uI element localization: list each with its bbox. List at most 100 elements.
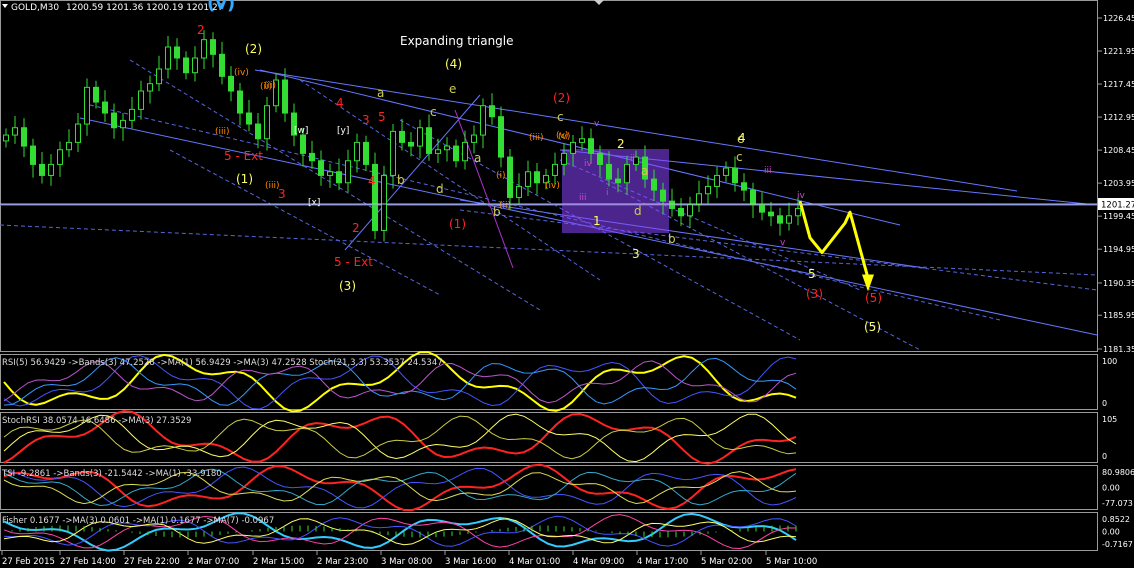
wave-label: [x] [308, 198, 320, 208]
time-tick-label: 4 Mar 09:00 [573, 557, 624, 567]
candle-body [516, 185, 522, 198]
candle-body [345, 160, 351, 184]
dashed-trend-line [129, 59, 541, 311]
candle-body [552, 163, 558, 176]
candle-body [390, 130, 396, 176]
candle-body [111, 112, 117, 129]
candle-body [255, 123, 261, 140]
candle-body [651, 178, 657, 191]
price-tick-label: 1208.45 [1103, 146, 1134, 155]
wave-label: (iii) [529, 133, 544, 143]
candle-body [363, 141, 369, 165]
candle-body [183, 57, 189, 74]
wave-label: 1 [593, 214, 601, 228]
indicator-label: TSI -9.2861 ->Bands(3) -21.5442 ->MA(1) … [1, 469, 222, 479]
candle-body [534, 171, 540, 184]
candle-body [156, 68, 162, 85]
time-tick-label: 27 Feb 14:00 [60, 557, 116, 567]
wave-label: (v) [556, 131, 568, 141]
wave-label: d [634, 204, 642, 218]
candle-body [66, 141, 72, 151]
dashed-trend-line [0, 224, 1098, 276]
time-tick-label: 27 Feb 22:00 [124, 557, 180, 567]
candle-body [84, 86, 90, 125]
time-tick-label: 4 Mar 01:00 [509, 557, 560, 567]
indicator-scale-label: 100 [1102, 357, 1117, 366]
wave-label: a [377, 86, 384, 100]
wave-label: d [436, 182, 444, 196]
candle-body [795, 207, 801, 217]
indicator-scale-label: 0.00 [1102, 484, 1120, 493]
time-tick-label: 3 Mar 08:00 [381, 557, 432, 567]
wave-label: v [780, 238, 786, 248]
candle-body [165, 46, 171, 70]
indicator-scale-label: 105 [1102, 415, 1117, 424]
wave-label: (ii) [499, 201, 511, 211]
wave-label: 5 [808, 267, 816, 281]
candle-body [570, 141, 576, 154]
wave-label: 5 - Ext [224, 149, 263, 163]
candle-body [228, 75, 234, 92]
big-wave-label: (v) [207, 0, 235, 14]
candle-body [696, 193, 702, 206]
wave-label: (4) [445, 57, 462, 71]
wave-label: 5 [378, 110, 386, 124]
candle-body [48, 163, 54, 176]
candle-body [3, 134, 9, 142]
dashed-trend-line [169, 149, 441, 296]
candle-body [93, 86, 99, 103]
candle-body [489, 105, 495, 118]
candle-body [660, 189, 666, 202]
candle-body [57, 149, 63, 165]
time-tick-label: 4 Mar 17:00 [637, 557, 688, 567]
price-tick-label: 1212.95 [1103, 113, 1134, 122]
wave-label: b [668, 232, 676, 246]
chart-title: Expanding triangle [400, 34, 514, 48]
indicator-scale-label: 80.9806 [1102, 468, 1134, 477]
wave-label: 4 [368, 174, 376, 188]
candle-body [129, 108, 135, 121]
candle-body [507, 156, 513, 198]
wave-label: iv [797, 191, 806, 201]
candle-body [192, 57, 198, 74]
time-tick-label: 27 Feb 2015 [2, 557, 55, 567]
wave-label: (2) [245, 42, 262, 56]
candle-body [120, 119, 126, 129]
time-axis: 27 Feb 2015 27 Feb 14:00 27 Feb 22:00 2 Mar… [1, 551, 817, 567]
wave-label: (3) [806, 287, 823, 301]
indicator-label: RSI(5) 56.9429 ->Bands(3) 47.2528 ->MA(1… [2, 358, 443, 368]
wave-label: a [641, 164, 648, 178]
candle-body [714, 174, 720, 187]
wave-label: iii [764, 166, 772, 176]
candle-body [426, 127, 432, 154]
candle-body [750, 189, 756, 206]
price-axis: 1226.45 1221.95 1217.45 1212.95 1208.45 1203.… [1098, 14, 1134, 354]
candle-body [417, 127, 423, 147]
candle-body [75, 123, 81, 143]
time-tick-label: 5 Mar 02:00 [701, 557, 752, 567]
candle-body [309, 152, 315, 162]
indicator-label: StochRSI 38.0574 16.6486 ->MA(3) 27.3529 [2, 416, 191, 426]
candle-body [759, 204, 765, 213]
candle-body [732, 167, 738, 184]
wave-label: b [397, 173, 405, 187]
wave-label: i [606, 188, 609, 198]
wave-label: 4 [738, 131, 746, 145]
dropdown-icon[interactable] [594, 0, 604, 5]
price-chart[interactable]: GOLD,M30 1200.59 1201.36 1200.19 1201.27… [0, 0, 1134, 568]
collapse-triangle-icon[interactable] [2, 4, 8, 8]
candle-body [264, 105, 270, 140]
wave-label: (5) [865, 291, 882, 305]
candle-body [453, 145, 459, 162]
current-price-value: 1201.27 [1101, 201, 1134, 211]
candle-body [723, 167, 729, 176]
candle-body [444, 145, 450, 151]
candle-body [201, 39, 207, 59]
wave-label: e [449, 82, 456, 96]
wave-label: (1) [449, 217, 466, 231]
candle-body [777, 215, 783, 224]
wave-label: ii [630, 154, 635, 164]
price-tick-label: 1226.45 [1103, 14, 1134, 23]
candle-body [300, 134, 306, 154]
highlight-box [562, 149, 669, 233]
